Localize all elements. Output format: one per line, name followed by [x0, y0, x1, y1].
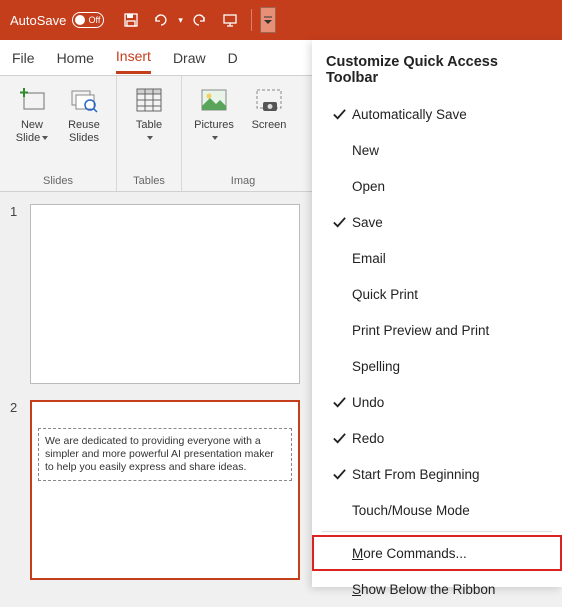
group-images: Pictures Screen Imag [182, 76, 304, 191]
check-icon [326, 431, 352, 446]
menu-item-label: Open [352, 179, 385, 194]
tab-home[interactable]: Home [57, 43, 94, 73]
tab-partial[interactable]: D [228, 43, 238, 73]
check-icon [326, 215, 352, 230]
slide-preview-2: We are dedicated to providing everyone w… [30, 400, 300, 580]
menu-item-save[interactable]: Save [312, 204, 562, 240]
check-icon [326, 467, 352, 482]
qat-divider [251, 9, 252, 31]
undo-icon[interactable] [148, 7, 174, 33]
customize-qat-button[interactable] [260, 7, 276, 33]
quick-access-toolbar: ▾ [118, 7, 276, 33]
slideshow-icon[interactable] [217, 7, 243, 33]
screenshot-icon [253, 84, 285, 116]
menu-item-label: Redo [352, 431, 384, 446]
menu-item-label: New [352, 143, 379, 158]
redo-icon[interactable] [187, 7, 213, 33]
menu-item-automatically-save[interactable]: Automatically Save [312, 96, 562, 132]
group-label-slides: Slides [43, 173, 73, 189]
thumbnail-2[interactable]: 2 We are dedicated to providing everyone… [10, 400, 300, 580]
menu-item-undo[interactable]: Undo [312, 384, 562, 420]
customize-qat-menu: Customize Quick Access Toolbar Automatic… [312, 40, 562, 587]
pictures-icon [198, 84, 230, 116]
menu-item-email[interactable]: Email [312, 240, 562, 276]
slide-preview-1 [30, 204, 300, 384]
undo-dropdown-caret[interactable]: ▾ [178, 15, 183, 26]
group-tables: Table Tables [117, 76, 182, 191]
reuse-slides-button[interactable]: Reuse Slides [60, 84, 108, 144]
slide-textbox: We are dedicated to providing everyone w… [38, 428, 292, 481]
menu-item-touch-mouse-mode[interactable]: Touch/Mouse Mode [312, 492, 562, 528]
tab-draw[interactable]: Draw [173, 43, 206, 73]
menu-title: Customize Quick Access Toolbar [312, 40, 562, 96]
menu-item-label: Spelling [352, 359, 400, 374]
menu-item-open[interactable]: Open [312, 168, 562, 204]
reuse-slides-icon [68, 84, 100, 116]
table-icon [133, 84, 165, 116]
autosave-control[interactable]: AutoSave Off [10, 12, 104, 28]
group-label-tables: Tables [133, 173, 165, 189]
check-icon [326, 395, 352, 410]
menu-more-commands[interactable]: More Commands... [312, 535, 562, 571]
menu-item-spelling[interactable]: Spelling [312, 348, 562, 384]
new-slide-button[interactable]: New Slide [8, 84, 56, 144]
menu-item-label: Save [352, 215, 383, 230]
title-bar: AutoSave Off ▾ [0, 0, 562, 40]
tab-insert[interactable]: Insert [116, 41, 151, 74]
menu-show-below-ribbon[interactable]: Show Below the Ribbon [312, 571, 562, 607]
autosave-toggle[interactable]: Off [72, 12, 104, 28]
check-icon [326, 107, 352, 122]
menu-item-label: Touch/Mouse Mode [352, 503, 470, 518]
menu-separator [322, 531, 552, 532]
pictures-button[interactable]: Pictures [190, 84, 238, 144]
screenshot-button[interactable]: Screen [242, 84, 296, 132]
menu-item-label: Undo [352, 395, 384, 410]
autosave-label: AutoSave [10, 13, 66, 28]
menu-item-label: Quick Print [352, 287, 418, 302]
menu-item-print-preview-and-print[interactable]: Print Preview and Print [312, 312, 562, 348]
menu-item-label: Automatically Save [352, 107, 467, 122]
new-slide-icon [16, 84, 48, 116]
menu-item-label: Print Preview and Print [352, 323, 489, 338]
slide-thumbnails: 1 2 We are dedicated to providing everyo… [0, 192, 310, 587]
menu-item-start-from-beginning[interactable]: Start From Beginning [312, 456, 562, 492]
table-button[interactable]: Table [125, 84, 173, 144]
save-icon[interactable] [118, 7, 144, 33]
thumbnail-1[interactable]: 1 [10, 204, 300, 384]
tab-file[interactable]: File [12, 43, 35, 73]
menu-item-redo[interactable]: Redo [312, 420, 562, 456]
group-label-images: Imag [231, 173, 255, 189]
menu-item-new[interactable]: New [312, 132, 562, 168]
menu-item-label: Email [352, 251, 386, 266]
menu-item-quick-print[interactable]: Quick Print [312, 276, 562, 312]
menu-item-label: Start From Beginning [352, 467, 480, 482]
group-slides: New Slide Reuse Slides Slides [0, 76, 117, 191]
